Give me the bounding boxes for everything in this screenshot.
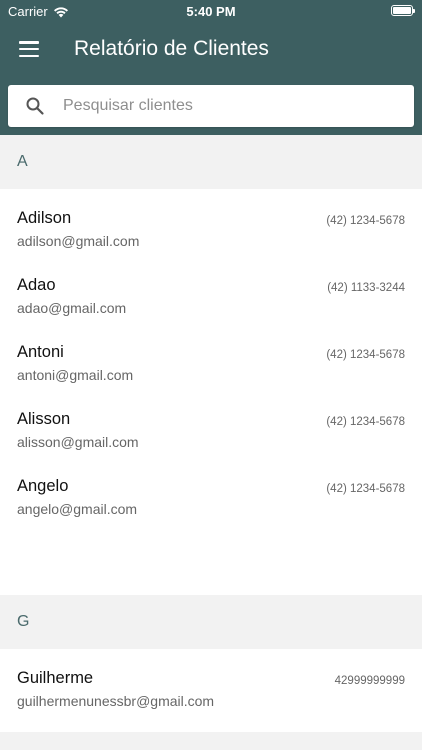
menu-icon[interactable] bbox=[19, 41, 39, 57]
client-phone: 42999999999 bbox=[334, 675, 405, 687]
list-item[interactable]: Adao adao@gmail.com (42) 1133-3244 bbox=[0, 256, 422, 323]
status-time: 5:40 PM bbox=[186, 4, 236, 19]
page-title: Relatório de Clientes bbox=[74, 37, 269, 60]
client-name: Antoni bbox=[17, 343, 64, 361]
section-letter: G bbox=[17, 613, 30, 630]
client-phone: (42) 1133-3244 bbox=[327, 282, 405, 294]
list-item[interactable]: Guilherme guilhermenunessbr@gmail.com 42… bbox=[0, 649, 422, 716]
toolbar: Relatório de Clientes bbox=[0, 28, 422, 72]
section-header-g: G bbox=[0, 595, 422, 649]
app-header: Carrier 5:40 PM Relatório de Clientes bbox=[0, 0, 422, 135]
battery-icon bbox=[391, 5, 415, 16]
client-email: adao@gmail.com bbox=[17, 300, 127, 316]
client-email: alisson@gmail.com bbox=[17, 434, 139, 450]
client-phone: (42) 1234-5678 bbox=[326, 483, 405, 495]
client-email: adilson@gmail.com bbox=[17, 233, 140, 249]
client-email: antoni@gmail.com bbox=[17, 367, 134, 383]
status-bar: Carrier 5:40 PM bbox=[0, 0, 422, 22]
section-letter: A bbox=[17, 153, 28, 170]
section-header-a: A bbox=[0, 135, 422, 189]
search-icon bbox=[26, 97, 44, 115]
client-name: Guilherme bbox=[17, 669, 94, 687]
client-name: Alisson bbox=[17, 410, 71, 428]
client-name: Adao bbox=[17, 276, 56, 294]
client-phone: (42) 1234-5678 bbox=[326, 215, 405, 227]
client-email: guilhermenunessbr@gmail.com bbox=[17, 693, 215, 709]
client-phone: (42) 1234-5678 bbox=[326, 416, 405, 428]
search-input[interactable] bbox=[63, 85, 403, 127]
client-name: Angelo bbox=[17, 477, 69, 495]
list-item[interactable]: Alisson alisson@gmail.com (42) 1234-5678 bbox=[0, 390, 422, 457]
list-item[interactable]: Angelo angelo@gmail.com (42) 1234-5678 bbox=[0, 457, 422, 524]
section-header-r: R bbox=[0, 732, 422, 750]
client-email: angelo@gmail.com bbox=[17, 501, 138, 517]
client-list: A Adilson adilson@gmail.com (42) 1234-56… bbox=[0, 135, 422, 750]
list-item[interactable]: Antoni antoni@gmail.com (42) 1234-5678 bbox=[0, 323, 422, 390]
client-name: Adilson bbox=[17, 209, 72, 227]
list-item[interactable]: Adilson adilson@gmail.com (42) 1234-5678 bbox=[0, 189, 422, 256]
search-bar[interactable] bbox=[8, 85, 414, 127]
section-items-a: Adilson adilson@gmail.com (42) 1234-5678… bbox=[0, 189, 422, 595]
section-items-g: Guilherme guilhermenunessbr@gmail.com 42… bbox=[0, 649, 422, 732]
client-phone: (42) 1234-5678 bbox=[326, 349, 405, 361]
